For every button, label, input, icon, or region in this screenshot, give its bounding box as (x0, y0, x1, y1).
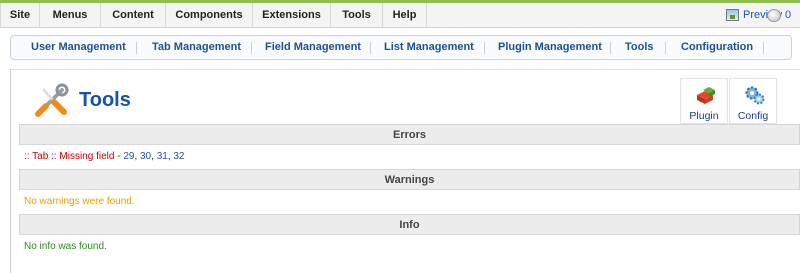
info-heading: Info (19, 214, 800, 235)
menu-components[interactable]: Components (166, 3, 253, 27)
submenu-separator (251, 42, 252, 54)
plugin-button[interactable]: Plugin (680, 78, 728, 124)
error-field-link[interactable]: 31 (157, 151, 168, 162)
submenu-separator (665, 42, 666, 54)
warnings-section: Warnings No warnings were found. (19, 169, 800, 214)
submenu-user-management[interactable]: User Management (31, 36, 126, 59)
config-button[interactable]: Config (729, 78, 777, 124)
errors-row: :: Tab :: Missing field - 29, 30, 31, 32 (24, 151, 185, 162)
submenu-tools[interactable]: Tools (625, 36, 654, 59)
submenu-separator (370, 42, 371, 54)
error-separator: - (114, 151, 124, 162)
tools-wrench-screwdriver-icon (35, 83, 69, 117)
info-section: Info No info was found. (19, 214, 800, 259)
preview-icon (726, 9, 739, 21)
warnings-heading: Warnings (19, 169, 800, 190)
warnings-message: No warnings were found. (24, 196, 135, 207)
messages-icon (767, 8, 781, 22)
plugin-button-label: Plugin (689, 110, 719, 122)
submenu-list-management[interactable]: List Management (384, 36, 474, 59)
component-submenu: User Management Tab Management Field Man… (10, 35, 792, 60)
config-gears-icon (745, 86, 765, 105)
admin-menubar: Site Menus Content Components Extensions… (0, 3, 800, 28)
submenu-separator (484, 42, 485, 54)
submenu-separator (763, 42, 764, 54)
submenu-field-management[interactable]: Field Management (265, 36, 361, 59)
errors-section: Errors :: Tab :: Missing field - 29, 30,… (19, 124, 800, 169)
page-title: Tools (79, 89, 131, 111)
menu-content[interactable]: Content (101, 3, 166, 27)
messages-link[interactable]: 0 (767, 3, 791, 27)
menu-tools[interactable]: Tools (331, 3, 383, 27)
error-message: :: Tab :: Missing field (24, 151, 115, 162)
error-field-link[interactable]: 29 (123, 151, 134, 162)
menu-help[interactable]: Help (383, 3, 427, 27)
plugin-bricks-icon (697, 87, 715, 104)
menu-menus[interactable]: Menus (40, 3, 101, 27)
submenu-separator (610, 42, 611, 54)
messages-count: 0 (785, 9, 792, 21)
error-field-link[interactable]: 30 (140, 151, 151, 162)
info-message: No info was found. (24, 241, 107, 252)
submenu-plugin-management[interactable]: Plugin Management (498, 36, 602, 59)
submenu-separator (136, 42, 137, 54)
error-field-link[interactable]: 32 (173, 151, 184, 162)
errors-heading: Errors (19, 124, 800, 145)
menu-extensions[interactable]: Extensions (253, 3, 331, 27)
submenu-configuration[interactable]: Configuration (681, 36, 753, 59)
config-button-label: Config (737, 110, 769, 122)
menu-site[interactable]: Site (0, 3, 40, 27)
submenu-tab-management[interactable]: Tab Management (152, 36, 241, 59)
